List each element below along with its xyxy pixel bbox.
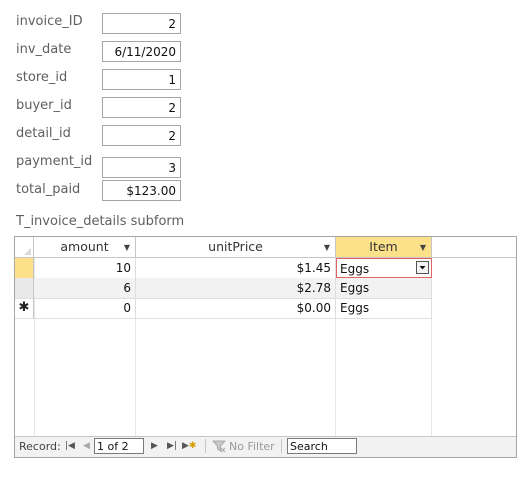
buyer-id-field[interactable]: 2 xyxy=(102,97,181,118)
search-input[interactable]: Search xyxy=(287,438,357,454)
column-header-amount[interactable]: amount ▼ xyxy=(34,237,136,257)
invoice-id-field[interactable]: 2 xyxy=(102,13,181,34)
column-header-unitprice-label: unitPrice xyxy=(208,239,263,254)
label-inv-date: inv_date xyxy=(16,42,72,57)
label-buyer-id: buyer_id xyxy=(16,98,72,113)
chevron-down-icon xyxy=(419,266,426,270)
cell-amount[interactable]: 0 xyxy=(34,298,136,318)
new-record-button[interactable]: ▶✱ xyxy=(182,441,196,451)
cell-item[interactable]: Eggs xyxy=(336,298,432,318)
new-record-icon: ✱ xyxy=(18,300,30,315)
cell-unitprice[interactable]: $2.78 xyxy=(136,278,336,298)
payment-id-field[interactable]: 3 xyxy=(102,157,181,178)
nav-divider xyxy=(205,439,206,453)
record-label: Record: xyxy=(19,440,61,453)
filter-icon xyxy=(211,438,227,457)
nav-divider xyxy=(281,439,282,453)
label-total-paid: total_paid xyxy=(16,182,81,197)
store-id-field[interactable]: 1 xyxy=(102,69,181,90)
row-selector-new[interactable]: ✱ xyxy=(15,298,34,318)
row-selector-current[interactable] xyxy=(15,258,34,278)
cell-unitprice[interactable]: $1.45 xyxy=(136,258,336,278)
label-invoice-id: invoice_ID xyxy=(16,14,83,29)
subform-caption: T_invoice_details subform xyxy=(16,214,185,229)
cell-amount[interactable]: 10 xyxy=(34,258,136,278)
cell-item-value: Eggs xyxy=(340,262,370,276)
sort-dropdown-icon[interactable]: ▼ xyxy=(420,238,426,257)
subform-datasheet[interactable]: amount ▼ unitPrice ▼ Item ▼ 10 $1.45 Egg… xyxy=(14,236,517,458)
first-record-button[interactable]: |◀ xyxy=(65,441,75,451)
next-record-button[interactable]: ▶ xyxy=(151,441,158,451)
label-payment-id: payment_id xyxy=(16,154,93,169)
total-paid-field[interactable]: $123.00 xyxy=(102,180,181,201)
combo-dropdown-button[interactable] xyxy=(416,261,429,274)
detail-id-field[interactable]: 2 xyxy=(102,125,181,146)
select-all-corner[interactable] xyxy=(15,237,34,257)
column-header-row: amount ▼ unitPrice ▼ Item ▼ xyxy=(15,237,516,258)
cell-item-active[interactable]: Eggs xyxy=(336,258,432,278)
column-header-item-label: Item xyxy=(369,239,398,254)
column-header-amount-label: amount xyxy=(60,239,109,254)
record-position-input[interactable]: 1 of 2 xyxy=(94,438,144,454)
last-record-button[interactable]: ▶| xyxy=(167,441,177,451)
label-store-id: store_id xyxy=(16,70,68,85)
cell-amount[interactable]: 6 xyxy=(34,278,136,298)
cell-item[interactable]: Eggs xyxy=(336,278,432,298)
label-detail-id: detail_id xyxy=(16,126,71,141)
no-filter-button[interactable]: No Filter xyxy=(229,440,275,453)
cell-unitprice[interactable]: $0.00 xyxy=(136,298,336,318)
record-navigation-bar: Record: |◀ ◀ 1 of 2 ▶ ▶| ▶✱ No Filter Se… xyxy=(15,436,516,457)
previous-record-button[interactable]: ◀ xyxy=(83,441,90,451)
inv-date-field[interactable]: 6/11/2020 xyxy=(102,41,181,62)
column-header-unitprice[interactable]: unitPrice ▼ xyxy=(136,237,336,257)
table-row-new[interactable]: ✱ 0 $0.00 Eggs xyxy=(15,298,432,319)
table-row[interactable]: 10 $1.45 Eggs xyxy=(15,258,432,279)
sort-dropdown-icon[interactable]: ▼ xyxy=(124,238,130,257)
sort-dropdown-icon[interactable]: ▼ xyxy=(324,238,330,257)
row-selector[interactable] xyxy=(15,278,34,298)
column-header-item[interactable]: Item ▼ xyxy=(336,237,432,257)
table-row[interactable]: 6 $2.78 Eggs xyxy=(15,278,432,299)
